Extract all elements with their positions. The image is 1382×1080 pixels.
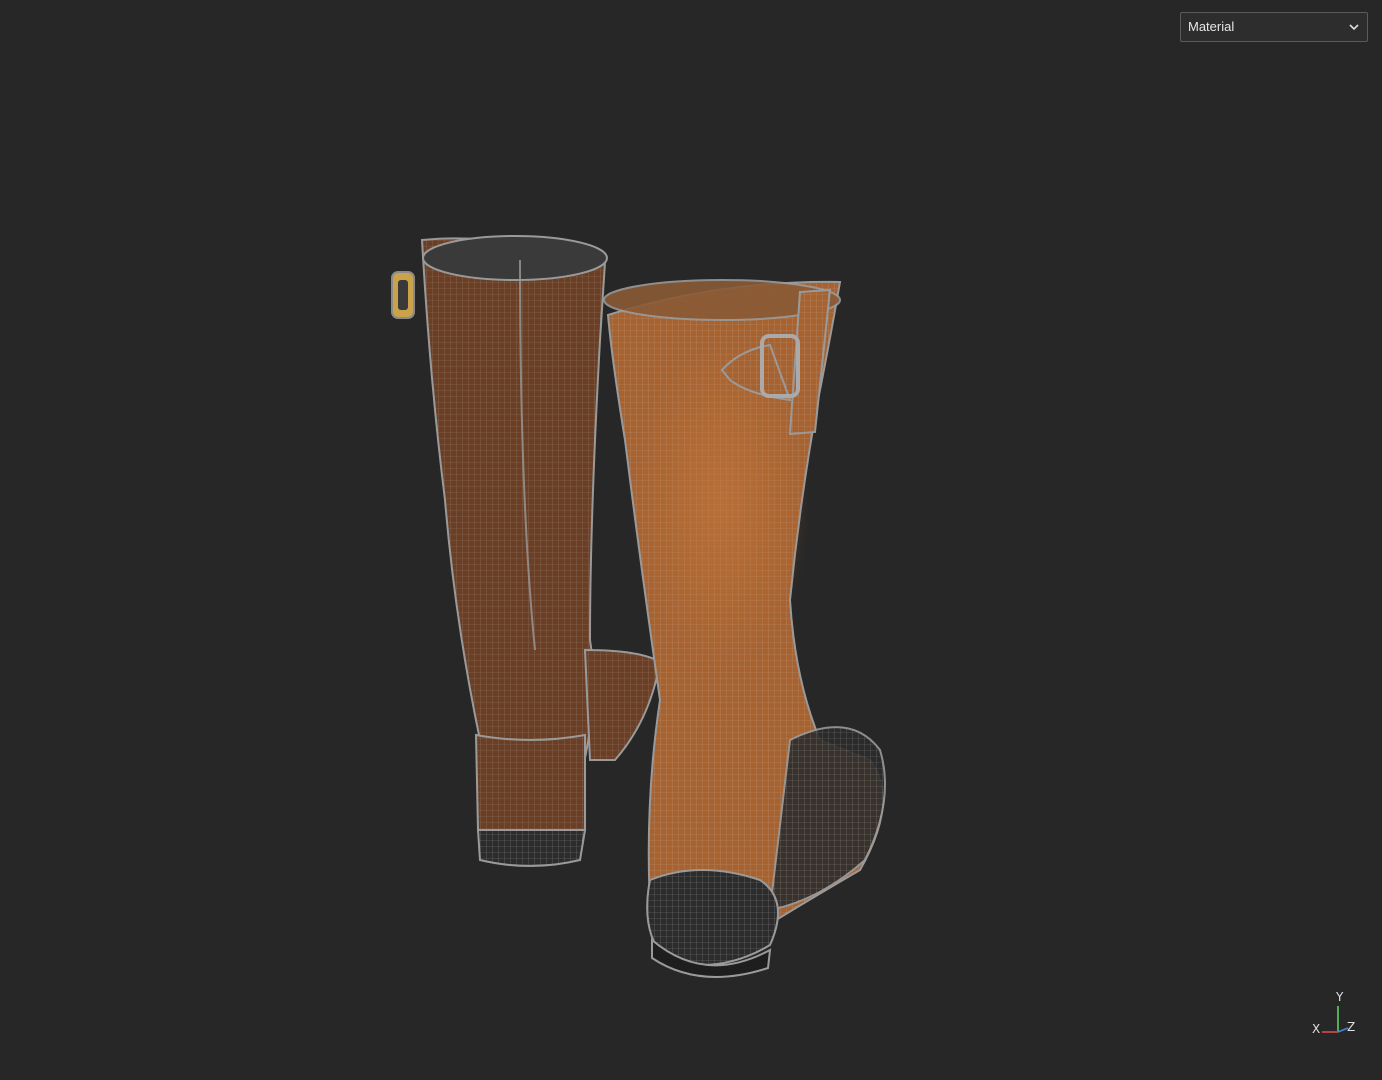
axis-gizmo: Y X Z xyxy=(1306,988,1362,1044)
y-axis-label: Y xyxy=(1336,990,1344,1004)
shading-mode-value: Material xyxy=(1188,19,1235,34)
z-axis-label: Z xyxy=(1347,1020,1356,1034)
x-axis-label: X xyxy=(1312,1022,1321,1036)
3d-viewport[interactable]: Material Y X Z xyxy=(0,0,1382,1080)
shading-mode-dropdown[interactable]: Material xyxy=(1180,12,1368,42)
right-boot xyxy=(603,279,886,978)
chevron-down-icon xyxy=(1347,13,1361,41)
boots-wireframe-model[interactable] xyxy=(0,0,1382,1080)
